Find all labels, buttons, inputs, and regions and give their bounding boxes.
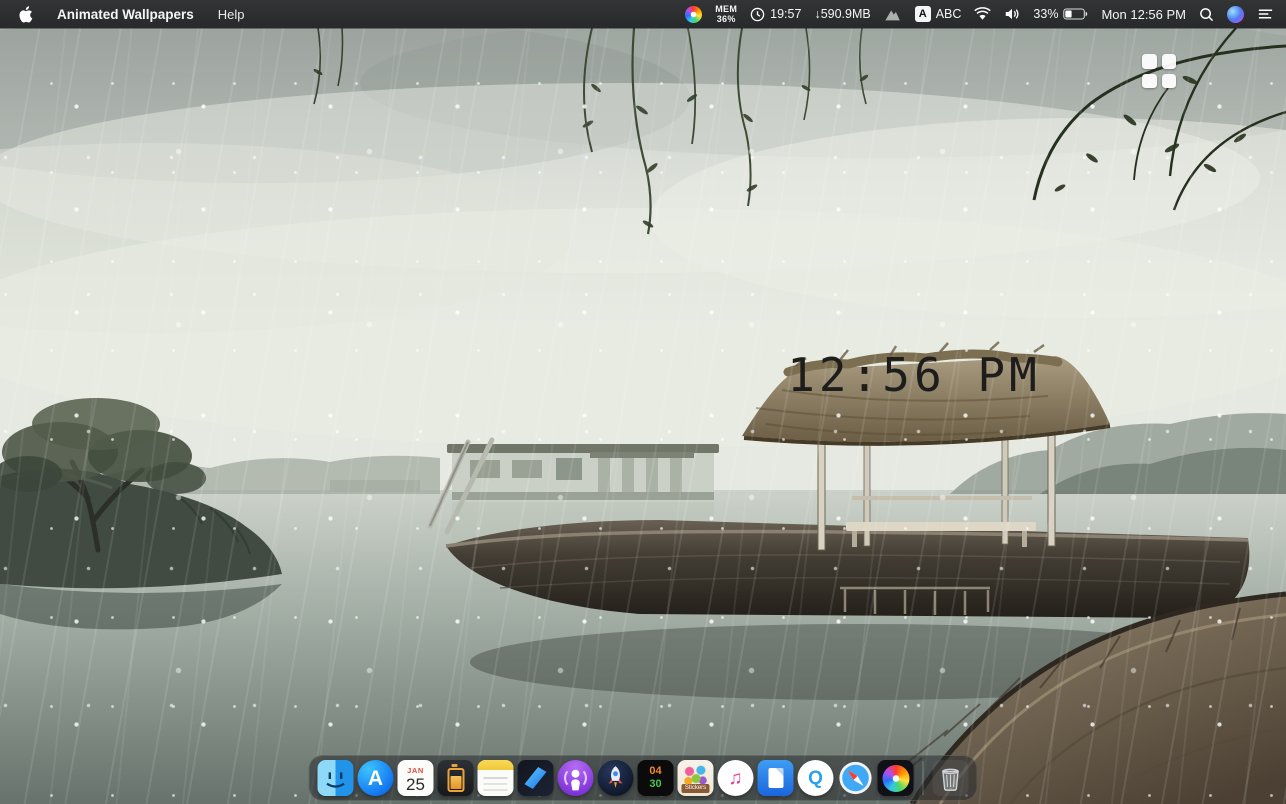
dock-rocket-app-icon[interactable] bbox=[598, 760, 634, 796]
input-source-badge: A bbox=[915, 6, 931, 22]
app-store-letter: A bbox=[368, 768, 383, 789]
dock-podcasts-icon[interactable] bbox=[558, 760, 594, 796]
menu-bar: Animated Wallpapers Help MEM 36% 19:57 ↓… bbox=[0, 0, 1286, 28]
siri-icon[interactable] bbox=[1227, 6, 1244, 23]
desktop: 12:56 PM A JAN 25 bbox=[0, 28, 1286, 804]
date-app-bottom: 30 bbox=[649, 779, 661, 790]
mountain-icon[interactable] bbox=[884, 7, 902, 22]
dock-documents-app-icon[interactable] bbox=[758, 760, 794, 796]
active-app-name[interactable]: Animated Wallpapers bbox=[57, 7, 194, 22]
input-source-widget[interactable]: A ABC bbox=[915, 6, 962, 22]
date-app-top: 04 bbox=[649, 766, 661, 777]
q-app-letter: Q bbox=[808, 769, 823, 788]
dock-wallpaper-app-icon[interactable] bbox=[878, 760, 914, 796]
wifi-icon[interactable] bbox=[974, 7, 991, 21]
dock-date-app-icon[interactable]: 04 30 bbox=[638, 760, 674, 796]
input-source-label: ABC bbox=[936, 7, 962, 21]
menu-lines-icon[interactable] bbox=[1257, 7, 1274, 21]
dock-battery-app-icon[interactable] bbox=[438, 760, 474, 796]
dock-calendar-icon[interactable]: JAN 25 bbox=[398, 760, 434, 796]
search-icon[interactable] bbox=[1199, 7, 1214, 22]
volume-icon[interactable] bbox=[1004, 7, 1020, 21]
wallpaper-scene bbox=[0, 28, 1286, 804]
dock-notes-icon[interactable] bbox=[478, 760, 514, 796]
calendar-day: 25 bbox=[406, 776, 425, 793]
app-grid-icon[interactable] bbox=[1142, 54, 1176, 88]
timer-status-widget[interactable]: 19:57 bbox=[750, 7, 801, 22]
pinwheel-status-icon[interactable] bbox=[685, 6, 702, 23]
boat bbox=[446, 520, 1249, 618]
memory-status-widget[interactable]: MEM 36% bbox=[715, 4, 737, 25]
battery-status-widget[interactable]: 33% bbox=[1033, 7, 1088, 21]
dock: A JAN 25 04 30 Stickers bbox=[309, 755, 978, 801]
menu-help[interactable]: Help bbox=[218, 7, 245, 22]
battery-fill bbox=[450, 776, 461, 788]
dock-music-icon[interactable]: ♫ bbox=[718, 760, 754, 796]
battery-percent: 33% bbox=[1033, 7, 1058, 21]
mem-label: MEM bbox=[715, 4, 737, 14]
battery-icon bbox=[1063, 8, 1088, 20]
timer-value: 19:57 bbox=[770, 7, 801, 21]
calendar-month: JAN bbox=[407, 766, 424, 775]
dock-app-store-icon[interactable]: A bbox=[358, 760, 394, 796]
dock-separator bbox=[923, 761, 924, 795]
music-note-glyph: ♫ bbox=[728, 769, 742, 788]
wallpaper-clock: 12:56 PM bbox=[768, 346, 1060, 404]
dock-safari-icon[interactable] bbox=[838, 760, 874, 796]
dock-trash-icon[interactable] bbox=[933, 760, 969, 796]
dock-q-app-icon[interactable]: Q bbox=[798, 760, 834, 796]
dock-stickers-icon[interactable]: Stickers bbox=[678, 760, 714, 796]
mem-value: 36% bbox=[717, 14, 736, 24]
menu-bar-clock[interactable]: Mon 12:56 PM bbox=[1101, 7, 1186, 22]
dock-vector-app-icon[interactable] bbox=[518, 760, 554, 796]
clock-icon bbox=[750, 7, 765, 22]
apple-menu-icon[interactable] bbox=[19, 6, 33, 23]
network-status-widget[interactable]: ↓590.9MB bbox=[814, 7, 870, 21]
stickers-label: Stickers bbox=[682, 784, 709, 793]
dock-finder-icon[interactable] bbox=[318, 760, 354, 796]
battery-shell bbox=[447, 768, 464, 792]
